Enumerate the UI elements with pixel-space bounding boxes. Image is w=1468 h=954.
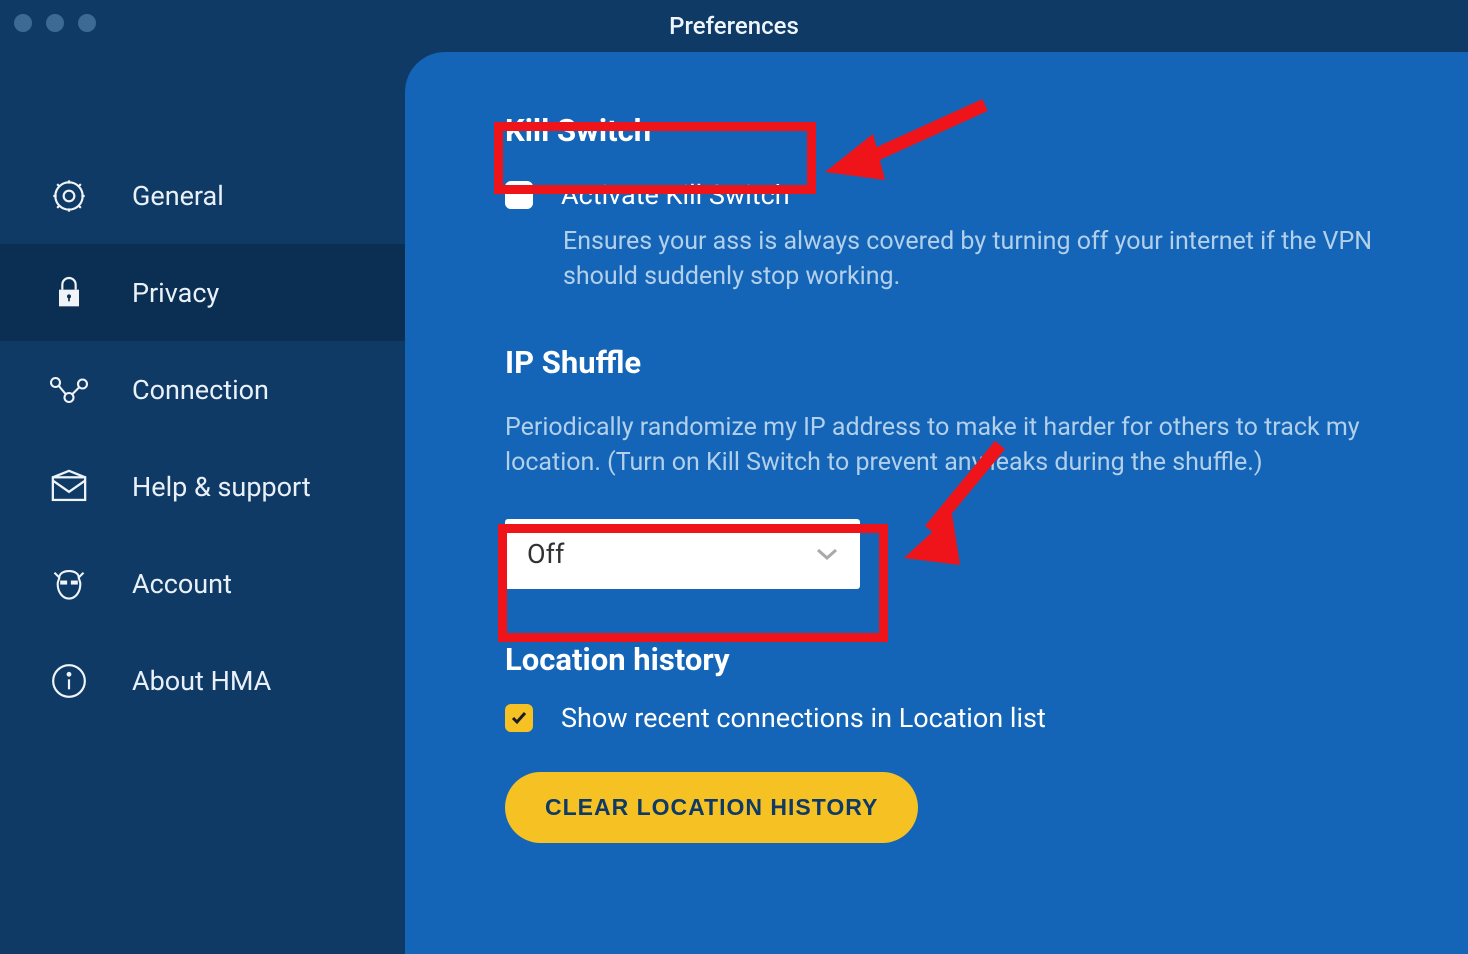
main-panel: Kill Switch Activate Kill Switch Ensures… <box>405 52 1468 954</box>
ipshuffle-description: Periodically randomize my IP address to … <box>505 411 1378 480</box>
sidebar-nav: General Privacy <box>0 52 405 954</box>
zoom-dot[interactable] <box>78 14 96 32</box>
sidebar-item-label: Help & support <box>132 471 311 503</box>
sidebar-item-label: General <box>132 180 224 212</box>
envelope-icon <box>48 466 90 508</box>
killswitch-label: Activate Kill Switch <box>561 179 790 211</box>
ipshuffle-dropdown[interactable]: Off <box>505 519 860 589</box>
ipshuffle-heading: IP Shuffle <box>505 344 1378 381</box>
donkey-icon <box>48 563 90 605</box>
titlebar: Preferences <box>0 0 1468 52</box>
sidebar-item-account[interactable]: Account <box>0 535 405 632</box>
gear-icon <box>48 175 90 217</box>
sidebar-item-label: Privacy <box>132 277 219 309</box>
sidebar-item-label: Account <box>132 568 232 600</box>
show-recent-checkbox-row[interactable]: Show recent connections in Location list <box>505 702 1378 734</box>
killswitch-description: Ensures your ass is always covered by tu… <box>563 225 1378 294</box>
show-recent-checkbox[interactable] <box>505 704 533 732</box>
minimize-dot[interactable] <box>46 14 64 32</box>
nodes-icon <box>48 369 90 411</box>
traffic-lights <box>14 14 96 32</box>
lock-icon <box>48 272 90 314</box>
killswitch-heading: Kill Switch <box>505 112 1378 149</box>
killswitch-checkbox[interactable] <box>505 181 533 209</box>
clear-location-history-button[interactable]: CLEAR LOCATION HISTORY <box>505 772 918 843</box>
close-dot[interactable] <box>14 14 32 32</box>
info-icon <box>48 660 90 702</box>
killswitch-checkbox-row[interactable]: Activate Kill Switch <box>505 179 1378 211</box>
sidebar-item-general[interactable]: General <box>0 147 405 244</box>
dropdown-value: Off <box>527 538 564 570</box>
window-title: Preferences <box>669 12 799 40</box>
sidebar-item-about[interactable]: About HMA <box>0 632 405 729</box>
sidebar-item-privacy[interactable]: Privacy <box>0 244 405 341</box>
sidebar-item-help[interactable]: Help & support <box>0 438 405 535</box>
chevron-down-icon <box>816 547 838 561</box>
show-recent-label: Show recent connections in Location list <box>561 702 1046 734</box>
sidebar-item-label: Connection <box>132 374 269 406</box>
location-history-heading: Location history <box>505 641 1378 678</box>
sidebar-item-connection[interactable]: Connection <box>0 341 405 438</box>
sidebar-item-label: About HMA <box>132 665 271 697</box>
